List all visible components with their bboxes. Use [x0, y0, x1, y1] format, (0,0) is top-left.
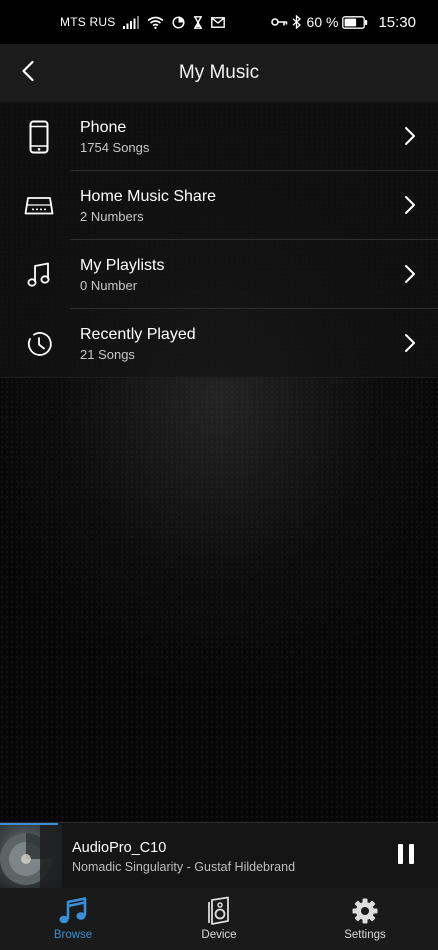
list-item-subtitle: 0 Number	[80, 278, 138, 293]
bluetooth-icon	[292, 15, 301, 29]
list-item-subtitle: 21 Songs	[80, 347, 135, 362]
wifi-icon	[147, 16, 164, 29]
pause-button[interactable]	[394, 842, 418, 870]
back-arrow-icon	[21, 60, 35, 87]
now-playing-track: Nomadic Singularity - Gustaf Hildebrand	[72, 860, 296, 874]
music-source-list: Phone 1754 Songs Home Music Share 2 Numb…	[0, 102, 438, 378]
signal-icon	[123, 15, 140, 29]
list-item-home-music-share[interactable]: Home Music Share 2 Numbers	[0, 171, 438, 240]
status-left: MTS RUS	[60, 15, 226, 29]
clock: 15:30	[378, 13, 416, 31]
nav-label: Settings	[344, 929, 386, 941]
music-note-icon	[22, 255, 56, 295]
page-title: My Music	[178, 62, 260, 83]
status-right: 60 % 15:30	[270, 13, 416, 31]
list-item-title: Phone	[80, 119, 127, 136]
bottom-navigation: Browse Device Settings	[0, 888, 438, 950]
router-icon	[22, 186, 56, 226]
list-item-title: My Playlists	[80, 257, 165, 274]
phone-icon	[22, 117, 56, 157]
album-art[interactable]	[0, 825, 62, 888]
chevron-right-icon	[402, 331, 418, 355]
vpn-key-icon	[270, 17, 288, 27]
hourglass-icon	[193, 15, 203, 29]
nav-browse[interactable]: Browse	[0, 888, 146, 950]
list-item-subtitle: 1754 Songs	[80, 140, 150, 155]
gear-icon	[352, 896, 378, 926]
nav-label: Device	[201, 929, 237, 941]
list-item-subtitle: 2 Numbers	[80, 209, 144, 224]
list-item-recently-played[interactable]: Recently Played 21 Songs	[0, 309, 438, 378]
pause-icon	[397, 843, 415, 870]
list-item-my-playlists[interactable]: My Playlists 0 Number	[0, 240, 438, 309]
speaker-icon	[205, 896, 233, 926]
nav-settings[interactable]: Settings	[292, 888, 438, 950]
nav-device[interactable]: Device	[146, 888, 292, 950]
music-note-icon	[58, 896, 88, 926]
battery-icon	[342, 15, 368, 29]
mail-icon	[211, 16, 226, 28]
list-item-title: Recently Played	[80, 326, 196, 343]
header: My Music	[0, 44, 438, 102]
back-button[interactable]	[8, 53, 48, 93]
battery-percent: 60 %	[306, 14, 339, 30]
carrier-name: MTS RUS	[60, 15, 116, 29]
history-icon	[22, 324, 56, 364]
nav-label: Browse	[53, 929, 93, 941]
data-saver-icon	[172, 15, 185, 29]
chevron-right-icon	[402, 262, 418, 286]
divider	[0, 377, 438, 378]
chevron-right-icon	[402, 124, 418, 148]
now-playing-device: AudioPro_C10	[72, 840, 167, 856]
now-playing-bar[interactable]: AudioPro_C10 Nomadic Singularity - Gusta…	[0, 822, 438, 889]
chevron-right-icon	[402, 193, 418, 217]
list-item-phone[interactable]: Phone 1754 Songs	[0, 102, 438, 171]
status-bar: MTS RUS 60 % 15:30	[0, 0, 438, 44]
list-item-title: Home Music Share	[80, 188, 217, 205]
